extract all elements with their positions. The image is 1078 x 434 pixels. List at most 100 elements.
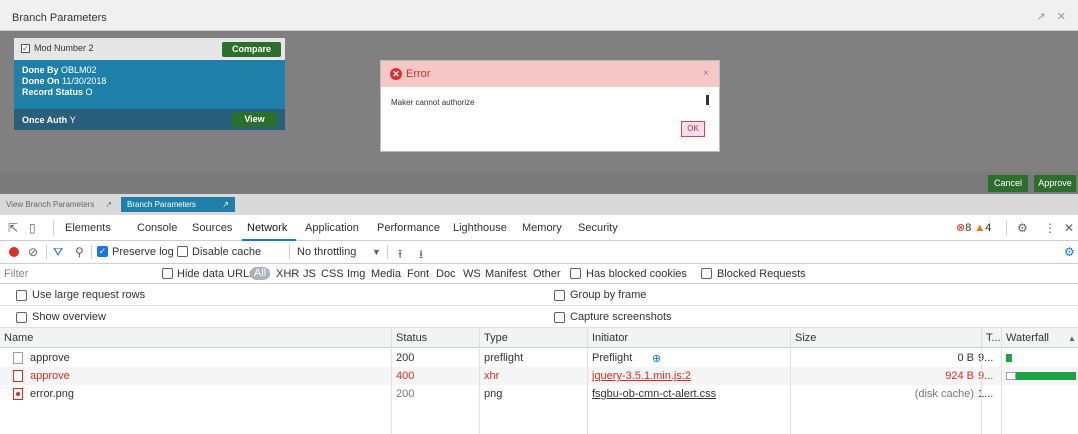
has-blocked-cookies-checkbox[interactable] [570,268,581,279]
mod-card-footer: Once Auth Y View [14,109,285,130]
mod-checkbox[interactable]: ✓ [21,44,30,53]
filter-type-all[interactable]: All [250,267,271,280]
group-by-frame-checkbox[interactable] [554,290,565,301]
table-header: Name Status Type Initiator Size T... Wat… [0,328,1078,348]
window-taskbar: View Branch Parameters ↗ Branch Parameter… [0,194,1078,215]
app-titlebar: Branch Parameters ↗ ✕ [0,0,1078,31]
column-divider[interactable] [981,328,982,434]
col-size[interactable]: Size [795,332,816,344]
row-name: approve [30,370,70,382]
compare-button[interactable]: Compare [222,42,281,57]
cancel-button[interactable]: Cancel [988,175,1028,192]
column-divider[interactable] [790,328,791,434]
row-initiator-link[interactable]: jquery-3.5.1.min.js:2 [592,370,691,382]
ok-button[interactable]: OK [681,121,705,137]
large-rows-label: Use large request rows [32,289,146,301]
col-initiator[interactable]: Initiator [592,332,628,344]
waterfall-bar [1006,354,1012,362]
filter-type-img[interactable]: Img [347,268,365,280]
col-status[interactable]: Status [396,332,427,344]
disable-cache-checkbox[interactable] [177,246,188,257]
table-row[interactable]: approve 400 xhr jquery-3.5.1.min.js:2 92… [0,367,1078,385]
devtools-tabbar: ⇱ ▯ Elements Console Sources Network App… [0,215,1078,241]
clear-icon[interactable]: ⊘ [28,245,38,259]
close-icon[interactable]: × [703,68,709,79]
network-settings-gear-icon[interactable]: ⚙ [1064,245,1075,259]
col-time[interactable]: T... [986,332,1001,344]
dialog-scrollbar[interactable] [706,95,709,105]
preflight-globe-icon[interactable]: ⊕ [652,352,661,365]
filter-icon[interactable]: ⛛ [53,245,63,260]
record-status-value: O [85,87,93,97]
search-icon[interactable]: ⚲ [75,245,84,259]
app-window: Branch Parameters ↗ ✕ ✓ Mod Number 2 Com… [0,0,1078,194]
table-row[interactable]: approve 200 preflight Preflight ⊕ 0 B 9.… [0,349,1078,367]
tab-application[interactable]: Application [305,222,359,234]
approve-button[interactable]: Approve [1034,175,1076,192]
large-rows-checkbox[interactable] [16,290,27,301]
column-divider[interactable] [479,328,480,434]
error-count: 8 [965,222,972,234]
error-message: Maker cannot authorize [391,98,475,107]
mod-card-body: Done By OBLM02 Done On 11/30/2018 Record… [14,60,285,109]
filter-type-css[interactable]: CSS [321,268,344,280]
mod-card: ✓ Mod Number 2 Compare Done By OBLM02 Do… [14,38,285,130]
hide-data-urls-checkbox[interactable] [162,268,173,279]
throttling-select[interactable]: No throttling [297,246,356,258]
capture-screenshots-checkbox[interactable] [554,312,565,323]
filter-type-xhr[interactable]: XHR [276,268,299,280]
sort-up-icon[interactable]: ▲ [1068,334,1076,343]
expand-icon[interactable]: ↗ [105,197,112,212]
tab-security[interactable]: Security [578,222,618,234]
more-options-icon[interactable]: ⋮ [1044,221,1056,235]
tab-memory[interactable]: Memory [522,222,562,234]
filter-type-other[interactable]: Other [533,268,561,280]
col-waterfall[interactable]: Waterfall [1006,332,1049,344]
issues-counter[interactable]: ⊗8 ▲4 [956,221,991,234]
row-name: error.png [30,388,75,400]
col-name[interactable]: Name [4,332,33,344]
record-icon[interactable] [9,247,19,257]
close-devtools-icon[interactable]: ✕ [1064,221,1074,235]
expand-icon[interactable]: ↗ [222,197,229,212]
task-label: View Branch Parameters [6,200,95,209]
error-dialog-header: ✕ Error × [381,61,719,87]
export-har-icon[interactable]: ⭳ [419,245,423,266]
column-divider[interactable] [391,328,392,434]
row-name: approve [30,352,70,364]
filter-type-js[interactable]: JS [303,268,316,280]
tab-console[interactable]: Console [137,222,177,234]
filter-input[interactable] [4,266,152,282]
filter-type-ws[interactable]: WS [463,268,481,280]
filter-type-manifest[interactable]: Manifest [485,268,527,280]
settings-gear-icon[interactable]: ⚙ [1017,221,1028,235]
inspect-element-icon[interactable]: ⇱ [8,221,18,235]
filter-type-font[interactable]: Font [407,268,429,280]
device-toolbar-icon[interactable]: ▯ [29,221,36,235]
col-type[interactable]: Type [484,332,508,344]
import-har-icon[interactable]: ⭱ [398,245,402,266]
preserve-log-checkbox[interactable]: ✓ [97,246,108,257]
filter-type-media[interactable]: Media [371,268,401,280]
blocked-requests-checkbox[interactable] [701,268,712,279]
disable-cache-label: Disable cache [192,246,262,258]
window-controls[interactable]: ↗ ✕ [1037,10,1071,23]
task-branch-parameters[interactable]: Branch Parameters ↗ [121,197,235,212]
tab-lighthouse[interactable]: Lighthouse [453,222,507,234]
filter-type-doc[interactable]: Doc [436,268,456,280]
devtools-panel: ⇱ ▯ Elements Console Sources Network App… [0,215,1078,434]
column-divider[interactable] [1001,328,1002,434]
chevron-down-icon[interactable]: ▼ [372,247,381,257]
tab-network[interactable]: Network [247,222,287,234]
row-initiator-link[interactable]: fsgbu-ob-cmn-ct-alert.css [592,388,716,400]
column-divider[interactable] [587,328,588,434]
tab-sources[interactable]: Sources [192,222,232,234]
tab-performance[interactable]: Performance [377,222,440,234]
show-overview-checkbox[interactable] [16,312,27,323]
image-icon [13,388,23,400]
tab-elements[interactable]: Elements [65,222,111,234]
view-button[interactable]: View [232,112,277,127]
task-view-branch-parameters[interactable]: View Branch Parameters ↗ [0,197,118,212]
task-label: Branch Parameters [127,200,196,209]
table-row[interactable]: error.png 200 png fsgbu-ob-cmn-ct-alert.… [0,385,1078,403]
